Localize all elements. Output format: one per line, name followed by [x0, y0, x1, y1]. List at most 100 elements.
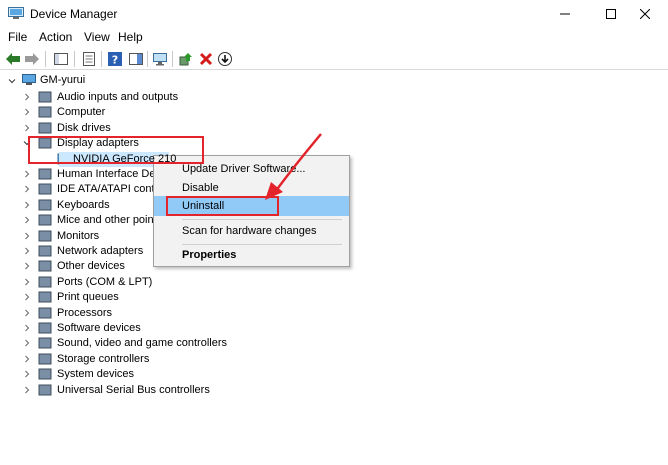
- expand-toggle[interactable]: [23, 170, 31, 178]
- expand-toggle[interactable]: [23, 324, 31, 332]
- chevron-right-icon: [25, 278, 30, 286]
- chevron-right-icon: [25, 386, 30, 393]
- tree-category-label[interactable]: Computer: [57, 105, 105, 119]
- computer-icon: [38, 106, 52, 118]
- chevron-right-icon: [25, 263, 30, 270]
- expand-toggle[interactable]: [23, 278, 31, 286]
- chevron-right-icon: [25, 93, 30, 101]
- tree-category-label[interactable]: Audio inputs and outputs: [57, 90, 178, 104]
- expand-toggle[interactable]: [23, 309, 31, 317]
- menu-file[interactable]: File: [8, 30, 27, 44]
- chevron-right-icon: [25, 216, 30, 224]
- action-pane-icon: [129, 53, 143, 65]
- chevron-down-icon: [8, 79, 16, 84]
- tree-category-label[interactable]: Ports (COM & LPT): [57, 275, 152, 289]
- forward-arrow-icon: [25, 53, 39, 65]
- tree-root-label[interactable]: GM-yurui: [40, 73, 85, 87]
- expand-toggle[interactable]: [23, 370, 31, 378]
- software-device-icon: [38, 322, 52, 334]
- properties-button[interactable]: [80, 50, 98, 68]
- device-manager-icon: [8, 7, 24, 19]
- svg-text:?: ?: [112, 54, 118, 67]
- minimize-icon: [560, 13, 570, 15]
- expand-toggle[interactable]: [23, 355, 31, 363]
- chevron-right-icon: [25, 370, 30, 378]
- tree-category-label[interactable]: Other devices: [57, 259, 125, 273]
- disable-device-button[interactable]: [216, 50, 234, 68]
- chevron-right-icon: [25, 355, 30, 363]
- expand-toggle[interactable]: [23, 262, 31, 270]
- tree-category-label[interactable]: Storage controllers: [57, 352, 149, 366]
- sound-icon: [38, 337, 52, 349]
- menu-help[interactable]: Help: [118, 30, 143, 44]
- expand-toggle[interactable]: [23, 293, 31, 301]
- window-title: Device Manager: [30, 7, 118, 21]
- tree-category-label[interactable]: Network adapters: [57, 244, 143, 258]
- tree-category-label[interactable]: Software devices: [57, 321, 141, 335]
- console-tree-icon: [54, 53, 68, 65]
- minimize-button[interactable]: [542, 0, 588, 28]
- show-hide-tree-button[interactable]: [52, 50, 70, 68]
- expand-toggle[interactable]: [23, 232, 31, 240]
- chevron-right-icon: [25, 109, 30, 116]
- help-button[interactable]: ?: [106, 50, 124, 68]
- menu-action[interactable]: Action: [39, 30, 72, 44]
- close-button[interactable]: [622, 0, 668, 28]
- expand-toggle[interactable]: [23, 201, 31, 209]
- uninstall-device-button[interactable]: [197, 50, 215, 68]
- update-driver-button[interactable]: [177, 50, 195, 68]
- action-pane-button[interactable]: [127, 50, 145, 68]
- tree-category-label[interactable]: Monitors: [57, 229, 99, 243]
- tree-category-label[interactable]: Sound, video and game controllers: [57, 336, 227, 350]
- device-tree: GM-yurui Audio inputs and outputs Compute…: [0, 71, 668, 465]
- expand-toggle[interactable]: [23, 247, 31, 255]
- tree-category-label[interactable]: IDE ATA/ATAPI contro: [57, 182, 164, 196]
- speaker-icon: [38, 91, 52, 103]
- tree-device-label[interactable]: NVIDIA GeForce 210: [73, 152, 176, 166]
- tree-category-label[interactable]: Mice and other poin: [57, 213, 154, 227]
- tree-category-label[interactable]: Human Interface Dev: [57, 167, 161, 181]
- tree-category-label[interactable]: Keyboards: [57, 198, 110, 212]
- help-icon: ?: [108, 52, 122, 67]
- back-arrow-icon: [6, 53, 20, 65]
- menu-view[interactable]: View: [84, 30, 110, 44]
- expand-toggle[interactable]: [23, 386, 31, 394]
- back-button[interactable]: [4, 50, 22, 68]
- toolbar: ?: [0, 48, 668, 70]
- annotation-arrow: [265, 133, 322, 200]
- scan-hardware-button[interactable]: [151, 50, 169, 68]
- expand-toggle[interactable]: [23, 185, 31, 193]
- ide-controller-icon: [38, 183, 52, 195]
- tree-category-label[interactable]: Processors: [57, 306, 112, 320]
- expand-toggle[interactable]: [23, 124, 31, 132]
- expand-toggle[interactable]: [23, 339, 31, 347]
- expand-toggle[interactable]: [23, 216, 31, 224]
- chevron-right-icon: [25, 309, 30, 316]
- chevron-right-icon: [25, 186, 30, 193]
- tree-category-label[interactable]: System devices: [57, 367, 134, 381]
- red-x-icon: [199, 52, 213, 66]
- tree-category-label[interactable]: Print queues: [57, 290, 119, 304]
- expand-toggle[interactable]: [23, 93, 31, 101]
- toolbar-separator: [172, 51, 173, 67]
- chevron-right-icon: [25, 232, 30, 239]
- computer-icon: [22, 74, 36, 85]
- collapse-root-toggle[interactable]: [8, 77, 16, 85]
- toolbar-separator: [45, 51, 46, 67]
- toolbar-separator: [74, 51, 75, 67]
- maximize-icon: [606, 9, 616, 19]
- mouse-icon: [38, 214, 52, 226]
- menu-properties[interactable]: Properties: [154, 245, 349, 265]
- forward-button[interactable]: [23, 50, 41, 68]
- update-driver-icon: [179, 53, 192, 66]
- chevron-right-icon: [25, 201, 30, 209]
- tree-category-label[interactable]: Disk drives: [57, 121, 111, 135]
- download-circle-icon: [218, 52, 232, 66]
- toolbar-separator: [147, 51, 148, 67]
- menu-scan-hardware[interactable]: Scan for hardware changes: [154, 221, 349, 241]
- monitor-scan-icon: [153, 53, 167, 66]
- tree-category-label[interactable]: Universal Serial Bus controllers: [57, 383, 210, 397]
- hid-icon: [38, 168, 52, 180]
- chevron-right-icon: [25, 324, 30, 332]
- expand-toggle[interactable]: [23, 108, 31, 116]
